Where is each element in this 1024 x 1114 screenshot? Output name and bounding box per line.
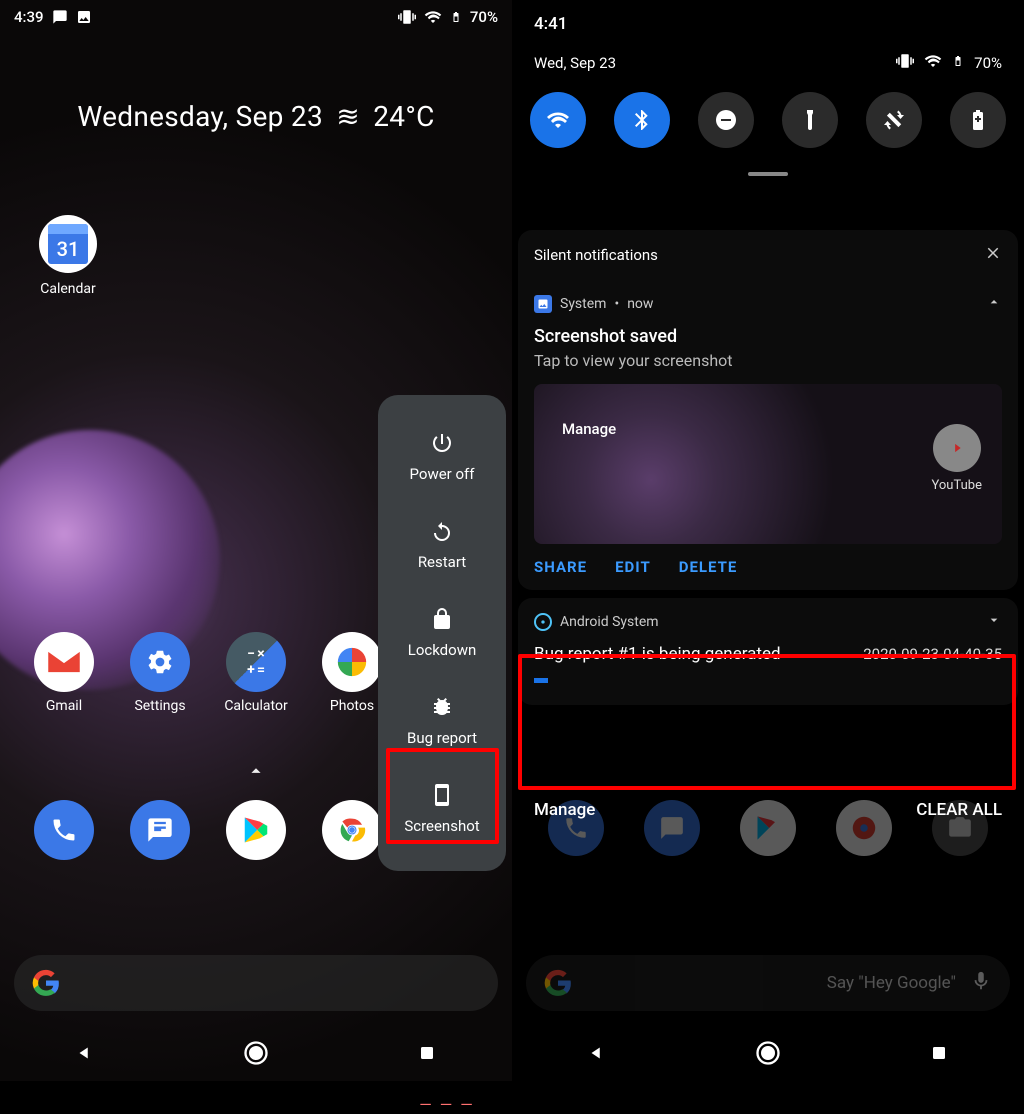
qs-wifi[interactable] [530,92,586,148]
delete-button[interactable]: DELETE [679,558,738,576]
phone-app[interactable] [24,800,104,860]
nav-back[interactable] [567,1042,627,1064]
nav-home[interactable] [226,1039,286,1067]
image-status-icon [76,9,92,25]
calculator-icon: −×+= [226,632,286,692]
bug-report-button[interactable]: Bug report [378,677,506,765]
messages-app[interactable] [120,800,200,860]
battery-pct: 70% [470,8,498,26]
nav-recent[interactable] [909,1044,969,1062]
battery-icon [450,8,462,26]
clear-all-button[interactable]: CLEAR ALL [916,800,1002,820]
date-weather-widget[interactable]: Wednesday, Sep 23 ≋ 24°C [0,100,512,133]
google-icon [544,969,572,997]
chrome-icon [322,800,382,860]
widget-date: Wednesday, Sep 23 [77,100,323,133]
nav-home[interactable] [738,1039,798,1067]
system-image-icon [534,295,552,313]
chevron-down-icon[interactable] [986,612,1002,632]
qs-dnd[interactable] [698,92,754,148]
shade-time: 4:41 [534,14,567,34]
silent-notifications-header[interactable]: Silent notifications [518,230,1018,280]
phone-icon [34,800,94,860]
nav-back[interactable] [55,1042,115,1064]
calculator-app[interactable]: −×+= Calculator [216,632,296,714]
screenshot-button[interactable]: Screenshot [378,765,506,853]
qs-flashlight[interactable] [782,92,838,148]
manage-label: Manage [562,420,616,438]
qs-autorotate[interactable] [866,92,922,148]
msg-status-icon [52,9,68,25]
restart-button[interactable]: Restart [378,501,506,589]
close-icon[interactable] [984,244,1002,266]
lock-icon [430,607,454,631]
status-time: 4:39 [14,8,44,26]
wifi-icon [924,52,942,74]
left-screenshot: 4:39 70% Wednesday, Sep 23 ≋ 24°C [0,0,512,1081]
google-icon [32,969,60,997]
bug-icon [430,695,454,719]
settings-app[interactable]: Settings [120,632,200,714]
battery-pct: 70% [974,54,1002,72]
google-search-bar[interactable] [14,955,498,1011]
gear-icon [130,632,190,692]
power-menu: Power off Restart Lockdown Bug report Sc… [378,395,506,871]
progress-indicator [534,678,548,683]
calendar-icon: 31 [39,215,97,273]
lockdown-button[interactable]: Lockdown [378,589,506,677]
android-system-icon [534,613,552,631]
app-drawer-handle[interactable] [245,760,267,786]
mic-icon[interactable] [970,970,992,996]
nav-bar [0,1025,512,1081]
share-button[interactable]: SHARE [534,558,587,576]
vibrate-icon [896,52,914,74]
google-search-bar[interactable]: Say "Hey Google" [526,955,1010,1011]
quick-settings-row [512,86,1024,160]
youtube-icon [933,424,981,472]
shade-handle[interactable] [748,172,788,176]
battery-icon [952,52,964,74]
gmail-icon [34,632,94,692]
widget-temp: 24°C [373,100,434,133]
restart-icon [430,519,454,543]
youtube-app: YouTube [932,424,983,493]
wifi-icon [424,8,442,26]
screenshot-icon [430,783,454,807]
photos-icon [322,632,382,692]
power-menu-handle[interactable]: — — — [412,1099,482,1109]
shade-date: Wed, Sep 23 [534,54,616,72]
nav-recent[interactable] [397,1044,457,1062]
notif-time: now [627,296,653,312]
notif-body: Tap to view your screenshot [534,351,1002,370]
screenshot-preview[interactable]: Manage YouTube [534,384,1002,544]
notif-title: Screenshot saved [534,326,1002,347]
vibrate-icon [398,8,416,26]
play-icon [226,800,286,860]
google-hint: Say "Hey Google" [572,973,956,993]
nav-bar [512,1025,1024,1081]
messages-icon [130,800,190,860]
notif-app-name: Android System [560,614,659,630]
status-bar: 4:39 70% [0,0,512,34]
qs-battery-saver[interactable] [950,92,1006,148]
fog-icon: ≋ [336,100,360,133]
bug-notif-timestamp: 2020-09-23-04-40-35 [863,645,1002,663]
power-icon [430,431,454,455]
notif-app-name: System [560,296,606,312]
bug-report-notification[interactable]: Android System Bug report #1 is being ge… [518,598,1018,705]
gmail-app[interactable]: Gmail [24,632,104,714]
chevron-up-icon[interactable] [986,294,1002,314]
screenshot-notification[interactable]: System • now Screenshot saved Tap to vie… [518,280,1018,590]
play-store-app[interactable] [216,800,296,860]
notification-shade: 4:41 Wed, Sep 23 70% [512,0,1024,190]
calendar-app[interactable]: 31 Calendar [32,215,104,297]
qs-bluetooth[interactable] [614,92,670,148]
right-screenshot: 4:41 Wed, Sep 23 70% Silent notification… [512,0,1024,1081]
edit-button[interactable]: EDIT [615,558,651,576]
calendar-label: Calendar [32,281,104,297]
bug-notif-title: Bug report #1 is being generated [534,644,781,664]
manage-button[interactable]: Manage [534,800,595,820]
power-off-button[interactable]: Power off [378,413,506,501]
